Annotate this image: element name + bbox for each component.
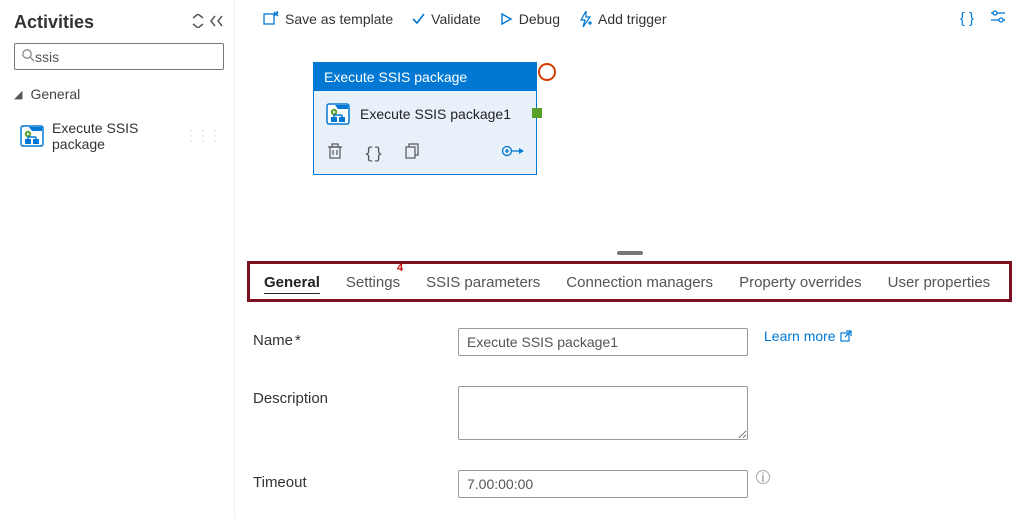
general-form: Name* Learn more Description Timeout i <box>247 302 1012 498</box>
toolbar-label: Save as template <box>285 11 393 27</box>
tree-label: General <box>30 86 80 102</box>
node-body: Execute SSIS package1 <box>314 91 536 135</box>
annotation-circle-icon <box>538 63 556 81</box>
save-template-button[interactable]: Save as template <box>263 11 393 27</box>
search-icon <box>21 48 35 65</box>
form-row-timeout: Timeout i <box>253 470 1004 498</box>
tab-property-overrides[interactable]: Property overrides <box>739 274 862 291</box>
settings-sliders-icon[interactable] <box>990 10 1006 28</box>
resize-handle[interactable] <box>617 251 643 255</box>
tab-settings[interactable]: Settings <box>346 274 400 291</box>
activities-sidebar: Activities ◢ General <box>0 0 235 518</box>
node-label: Execute SSIS package1 <box>360 106 511 122</box>
delete-icon[interactable] <box>328 143 342 164</box>
toolbar-label: Add trigger <box>598 11 666 27</box>
ssis-package-icon <box>326 103 350 125</box>
search-input[interactable] <box>35 49 217 65</box>
learn-more-link[interactable]: Learn more <box>764 328 852 344</box>
debug-button[interactable]: Debug <box>499 11 560 27</box>
toolbar-right-icons: { } <box>960 10 1006 28</box>
save-template-icon <box>263 11 279 27</box>
info-icon[interactable]: i <box>756 470 770 484</box>
trigger-icon <box>578 11 592 27</box>
validate-button[interactable]: Validate <box>411 11 481 27</box>
output-arrow-icon[interactable] <box>502 144 524 163</box>
external-link-icon <box>840 330 852 342</box>
search-box[interactable] <box>14 43 224 70</box>
annotation-badge: 4 <box>397 262 403 274</box>
description-label: Description <box>253 386 458 407</box>
drag-handle-icon[interactable]: ⋮⋮⋮ <box>184 128 220 145</box>
collapse-pane-icon[interactable] <box>210 14 224 32</box>
description-input[interactable] <box>458 386 748 440</box>
name-input[interactable] <box>458 328 748 356</box>
toolbar-label: Validate <box>431 11 481 27</box>
caret-down-icon: ◢ <box>14 88 22 101</box>
ssis-package-icon <box>20 125 44 147</box>
tab-general[interactable]: General <box>264 274 320 291</box>
expand-icon[interactable] <box>192 14 204 32</box>
properties-pane: 4 General Settings SSIS parameters Conne… <box>235 251 1024 528</box>
timeout-label: Timeout <box>253 470 458 491</box>
node-footer: {} <box>314 135 536 174</box>
copy-icon[interactable] <box>405 143 419 164</box>
sidebar-header-icons <box>192 14 224 32</box>
canvas-area: Save as template Validate Debug Add trig… <box>235 0 1024 518</box>
sidebar-title: Activities <box>14 12 94 33</box>
properties-tabs: 4 General Settings SSIS parameters Conne… <box>247 261 1012 302</box>
pipeline-toolbar: Save as template Validate Debug Add trig… <box>235 0 1024 36</box>
name-label: Name* <box>253 328 458 349</box>
activity-item-label: Execute SSIS package <box>52 120 176 152</box>
tab-ssis-parameters[interactable]: SSIS parameters <box>426 274 540 291</box>
toolbar-label: Debug <box>519 11 560 27</box>
tab-connection-managers[interactable]: Connection managers <box>566 274 713 291</box>
form-row-description: Description <box>253 386 1004 440</box>
check-icon <box>411 12 425 26</box>
pipeline-canvas[interactable]: Execute SSIS package Execute SSIS packag… <box>235 36 1024 251</box>
code-view-icon[interactable]: { } <box>960 10 974 28</box>
activity-item-ssis[interactable]: Execute SSIS package ⋮⋮⋮ <box>14 114 224 158</box>
sidebar-header: Activities <box>14 12 224 33</box>
node-header: Execute SSIS package <box>314 63 536 91</box>
add-trigger-button[interactable]: Add trigger <box>578 11 666 27</box>
tab-user-properties[interactable]: User properties <box>888 274 991 291</box>
form-row-name: Name* Learn more <box>253 328 1004 356</box>
tree-node-general[interactable]: ◢ General <box>14 84 224 104</box>
activity-node[interactable]: Execute SSIS package Execute SSIS packag… <box>313 62 537 175</box>
code-icon[interactable]: {} <box>364 145 383 163</box>
output-port[interactable] <box>532 108 542 118</box>
play-icon <box>499 12 513 26</box>
timeout-input[interactable] <box>458 470 748 498</box>
